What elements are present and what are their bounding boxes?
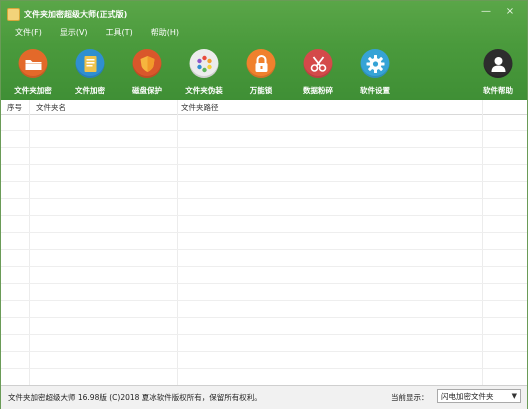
folder-encrypt-button[interactable]: 文件夹加密 bbox=[5, 48, 61, 100]
table-row[interactable] bbox=[1, 148, 527, 165]
menu-tools[interactable]: 工具(T) bbox=[106, 27, 133, 38]
table-row[interactable] bbox=[1, 199, 527, 216]
table-row[interactable] bbox=[1, 165, 527, 182]
settings-button[interactable]: 软件设置 bbox=[347, 48, 403, 100]
folder-table: 序号 文件夹名 文件夹路径 bbox=[1, 100, 527, 385]
tool-label: 磁盘保护 bbox=[132, 86, 162, 95]
minimize-icon: — bbox=[481, 5, 491, 17]
help-button[interactable]: 软件帮助 bbox=[470, 48, 526, 100]
folder-icon bbox=[18, 49, 48, 78]
copyright-text: 文件夹加密超级大师 16.98版 (C)2018 夏冰软件版权所有，保留所有权利… bbox=[8, 393, 262, 402]
table-row[interactable] bbox=[1, 216, 527, 233]
scissors-icon bbox=[303, 49, 333, 78]
shield-icon bbox=[132, 49, 162, 78]
table-row[interactable] bbox=[1, 250, 527, 267]
table-row[interactable] bbox=[1, 131, 527, 148]
menu-view[interactable]: 显示(V) bbox=[60, 27, 88, 38]
gear-icon bbox=[360, 49, 390, 78]
window-title: 文件夹加密超级大师(正式版) bbox=[24, 9, 128, 19]
tool-label: 文件加密 bbox=[75, 86, 105, 95]
header-bar: 文件夹加密超级大师(正式版) — × 文件(F) 显示(V) 工具(T) 帮助(… bbox=[1, 1, 527, 100]
minimize-button[interactable]: — bbox=[477, 5, 495, 17]
tool-label: 文件夹加密 bbox=[14, 86, 52, 95]
tool-label: 数据粉碎 bbox=[303, 86, 333, 95]
tool-label: 软件帮助 bbox=[483, 86, 513, 95]
status-bar: 文件夹加密超级大师 16.98版 (C)2018 夏冰软件版权所有，保留所有权利… bbox=[1, 385, 527, 409]
universal-lock-button[interactable]: 万能锁 bbox=[233, 48, 289, 100]
close-icon: × bbox=[505, 5, 515, 17]
column-header-name[interactable]: 文件夹名 bbox=[36, 102, 66, 113]
table-row[interactable] bbox=[1, 267, 527, 284]
menu-help[interactable]: 帮助(H) bbox=[151, 27, 179, 38]
table-row[interactable] bbox=[1, 335, 527, 352]
document-icon bbox=[75, 49, 105, 78]
table-row[interactable] bbox=[1, 352, 527, 369]
app-window: 文件夹加密超级大师(正式版) — × 文件(F) 显示(V) 工具(T) 帮助(… bbox=[0, 0, 528, 409]
menu-file[interactable]: 文件(F) bbox=[15, 27, 42, 38]
lock-icon bbox=[246, 49, 276, 78]
tool-label: 文件夹伪装 bbox=[185, 86, 223, 95]
table-row[interactable] bbox=[1, 284, 527, 301]
table-row[interactable] bbox=[1, 318, 527, 335]
title-bar: 文件夹加密超级大师(正式版) bbox=[7, 7, 127, 21]
display-select[interactable]: 闪电加密文件夹 ▼ bbox=[437, 389, 521, 403]
dropdown-arrow-icon: ▼ bbox=[511, 392, 517, 400]
data-shred-button[interactable]: 数据粉碎 bbox=[290, 48, 346, 100]
column-header-path[interactable]: 文件夹路径 bbox=[181, 102, 219, 113]
close-button[interactable]: × bbox=[501, 5, 519, 17]
table-row[interactable] bbox=[1, 369, 527, 385]
column-header-index[interactable]: 序号 bbox=[7, 102, 22, 113]
table-row[interactable] bbox=[1, 233, 527, 250]
app-logo-icon bbox=[7, 7, 20, 21]
tool-label: 软件设置 bbox=[360, 86, 390, 95]
folder-disguise-button[interactable]: 文件夹伪装 bbox=[176, 48, 232, 100]
table-row[interactable] bbox=[1, 182, 527, 199]
menu-bar: 文件(F) 显示(V) 工具(T) 帮助(H) bbox=[15, 27, 179, 38]
tool-label: 万能锁 bbox=[249, 86, 273, 95]
display-select-value: 闪电加密文件夹 bbox=[441, 391, 494, 401]
table-header: 序号 文件夹名 文件夹路径 bbox=[1, 100, 527, 115]
table-row[interactable] bbox=[1, 301, 527, 318]
table-row[interactable] bbox=[1, 114, 527, 131]
palette-icon bbox=[189, 49, 219, 78]
toolbar: 文件夹加密 文件加密 磁盘保护 文件夹伪装 万能锁 数据粉碎 软件设置 软件帮助 bbox=[1, 48, 527, 100]
file-encrypt-button[interactable]: 文件加密 bbox=[62, 48, 118, 100]
user-icon bbox=[483, 49, 513, 78]
disk-protect-button[interactable]: 磁盘保护 bbox=[119, 48, 175, 100]
display-label: 当前显示： bbox=[391, 393, 429, 402]
